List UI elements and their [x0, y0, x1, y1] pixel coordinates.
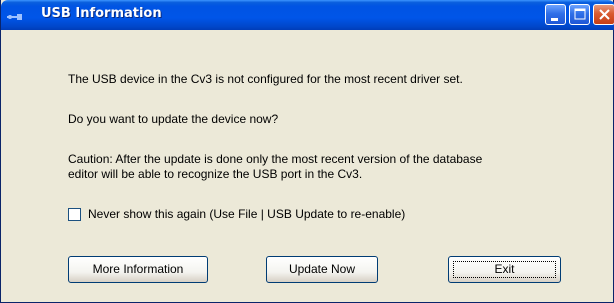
- usb-information-dialog: USB Information The USB device in the Cv…: [0, 0, 614, 303]
- close-button[interactable]: [593, 4, 614, 25]
- update-now-button[interactable]: Update Now: [266, 256, 378, 283]
- window-title: USB Information: [41, 6, 162, 21]
- more-information-button[interactable]: More Information: [68, 256, 208, 283]
- never-show-again-label[interactable]: Never show this again (Use File | USB Up…: [88, 207, 405, 221]
- never-show-again-checkbox[interactable]: [68, 208, 81, 221]
- message-driver-set: The USB device in the Cv3 is not configu…: [68, 72, 463, 86]
- message-caution-line2: editor will be able to recognize the USB…: [68, 167, 363, 181]
- exit-button[interactable]: Exit: [448, 256, 561, 283]
- maximize-button[interactable]: [569, 4, 590, 25]
- message-update-prompt: Do you want to update the device now?: [68, 112, 279, 126]
- title-bar[interactable]: USB Information: [1, 0, 614, 30]
- minimize-button[interactable]: [545, 4, 566, 25]
- exit-button-label: Exit: [494, 262, 515, 276]
- usb-icon: [7, 9, 23, 20]
- message-caution-line1: Caution: After the update is done only t…: [68, 152, 483, 166]
